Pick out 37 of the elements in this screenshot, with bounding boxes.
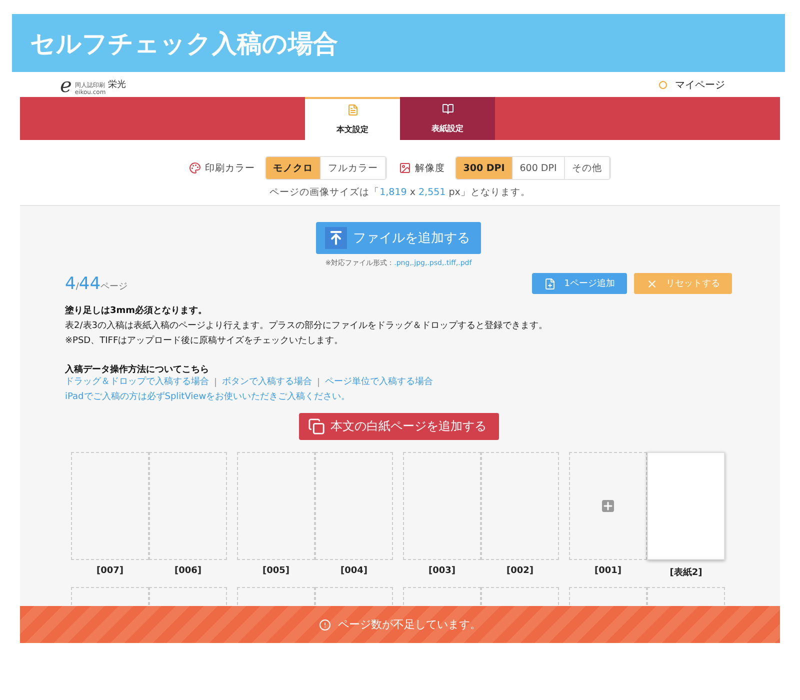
palette-icon	[189, 162, 202, 174]
upload-icon	[328, 230, 344, 246]
page-label: [002]	[506, 566, 534, 576]
logo-name: 栄光	[108, 80, 126, 90]
notice-text: 表2/表3の入稿は表紙入稿のページより行えます。プラスの部分にファイルをドラッグ＆ドロップすると登録できます。	[65, 319, 548, 332]
page-title: セルフチェック入稿の場合	[12, 14, 785, 72]
image-size-text: ページの画像サイズは「1,819 x 2,551 px」となります。	[268, 186, 532, 199]
plus-icon[interactable]	[602, 500, 614, 512]
file-plus-icon	[544, 278, 556, 290]
copy-pages-icon	[308, 418, 324, 435]
page-label: [005]	[262, 566, 290, 576]
page-label: [007]	[96, 566, 124, 576]
logo-mark: e	[60, 74, 72, 94]
nav-tab[interactable]: 表紙設定	[400, 97, 495, 140]
nav-tab[interactable]: 本文設定	[305, 97, 400, 140]
page-label: [006]	[174, 566, 202, 576]
option-choice[interactable]: 300 DPI	[456, 157, 513, 179]
warning-message: ページ数が不足しています。	[338, 617, 481, 632]
page-label: [003]	[428, 566, 456, 576]
alert-icon	[319, 618, 331, 630]
book-icon	[442, 103, 454, 115]
close-icon	[646, 278, 658, 290]
notice-text: ※PSD、TIFFはアップロード後に原稿サイズをチェックいたします。	[65, 334, 344, 347]
add-blank-page-button[interactable]: 本文の白紙ページを追加する	[298, 413, 498, 440]
notice-title: 塗り足しは3mm必須となります。	[65, 304, 208, 317]
document-icon	[346, 104, 358, 116]
page-label: [001]	[594, 566, 622, 576]
option-label: 印刷カラー	[205, 162, 256, 174]
page-count: 4/44ページ	[65, 274, 128, 294]
option-label: 解像度	[415, 162, 446, 174]
page-label: [表紙2]	[670, 566, 702, 579]
page-label: [004]	[340, 566, 368, 576]
help-title: 入稿データ操作方法についてこちら	[65, 363, 210, 376]
image-icon	[399, 162, 412, 174]
circle-icon	[659, 80, 667, 88]
option-choice[interactable]: モノクロ	[266, 157, 322, 179]
mypage-link[interactable]: マイページ	[659, 78, 725, 92]
